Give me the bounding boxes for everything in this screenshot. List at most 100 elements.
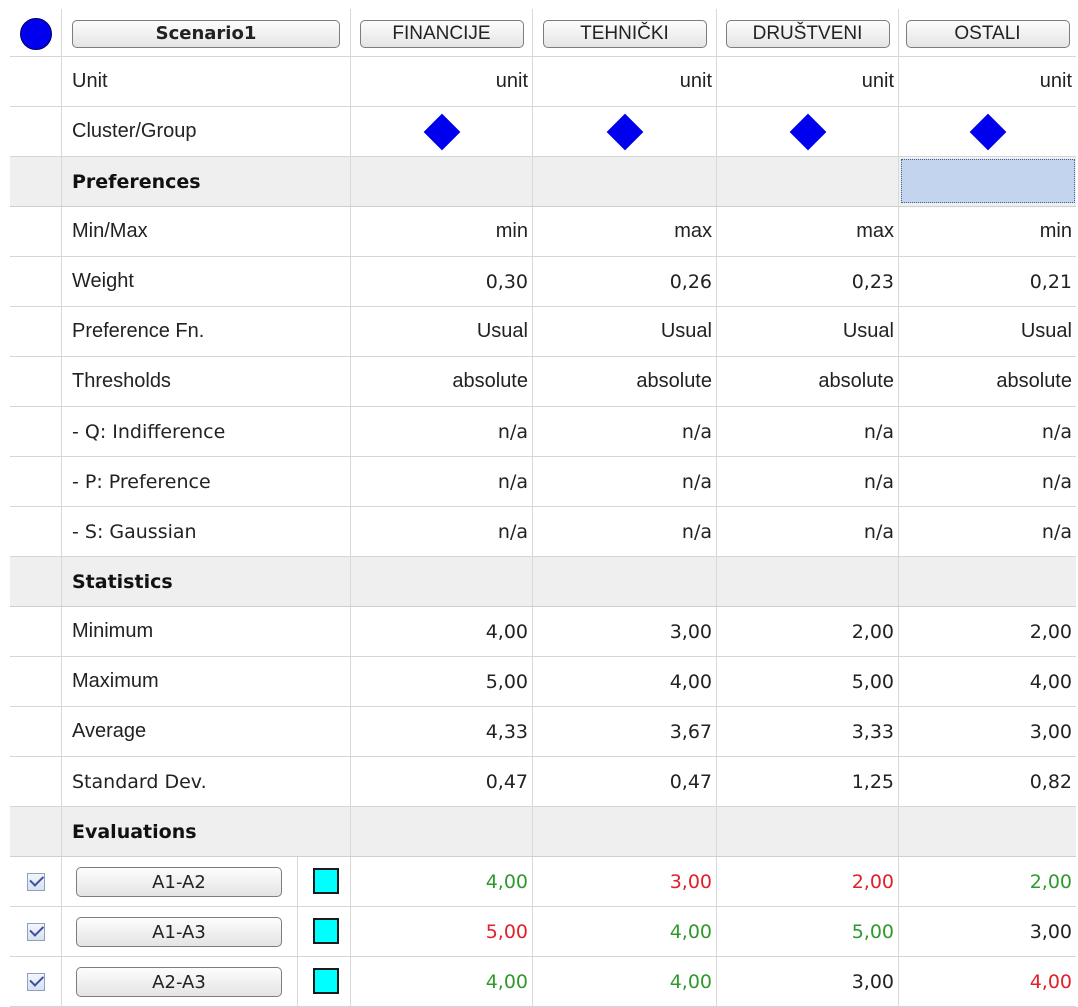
evaluation-cell[interactable]: 4,00 — [533, 957, 717, 1006]
minmax-cell[interactable]: min — [351, 207, 533, 256]
section-cell — [717, 557, 899, 606]
average-cell: 3,67 — [533, 707, 717, 756]
color-swatch[interactable] — [313, 868, 339, 894]
weight-cell[interactable]: 0,23 — [717, 257, 899, 306]
row-label: Thresholds — [62, 357, 351, 406]
criterion-button-drustveni[interactable]: DRUŠTVENI — [725, 19, 890, 48]
evaluation-cell[interactable]: 2,00 — [899, 857, 1076, 906]
weight-cell[interactable]: 0,30 — [351, 257, 533, 306]
criterion-button-ostali[interactable]: OSTALI — [905, 19, 1070, 48]
unit-cell[interactable]: unit — [899, 57, 1076, 106]
preference-fn-cell[interactable]: Usual — [351, 307, 533, 356]
row-label: Min/Max — [62, 207, 351, 256]
average-cell: 3,00 — [1029, 720, 1072, 743]
average-cell: 4,33 — [351, 707, 533, 756]
evaluation-row: A2-A3 4,00 4,00 3,00 4,00 — [10, 957, 1076, 1007]
scenario-button[interactable]: Scenario1 — [72, 19, 340, 48]
preference-cell[interactable]: n/a — [899, 457, 1076, 506]
row-gutter — [10, 307, 62, 356]
alternative-button[interactable]: A2-A3 — [76, 967, 282, 997]
evaluation-cell[interactable]: 3,00 — [533, 857, 717, 906]
weight-cell[interactable]: 0,21 — [899, 257, 1076, 306]
circle-icon[interactable] — [19, 17, 52, 50]
preference-cell[interactable]: n/a — [717, 457, 899, 506]
average-row: Average 4,33 3,67 3,33 3,00 — [10, 707, 1076, 757]
row-checkbox-cell — [10, 857, 62, 906]
row-gutter — [10, 757, 62, 806]
evaluation-cell[interactable]: 3,00 — [899, 907, 1076, 956]
thresholds-row: Thresholds absolute absolute absolute ab… — [10, 357, 1076, 407]
color-swatch[interactable] — [313, 968, 339, 994]
average-cell: 3,33 — [717, 707, 899, 756]
criterion-button-tehnicki[interactable]: TEHNIČKI — [542, 19, 707, 48]
maximum-cell: 5,00 — [351, 657, 533, 706]
cluster-cell[interactable] — [717, 107, 899, 156]
preference-fn-cell[interactable]: Usual — [533, 307, 717, 356]
stddev-cell: 0,47 — [533, 757, 717, 806]
weight-row: Weight 0,30 0,26 0,23 0,21 — [10, 257, 1076, 307]
gaussian-cell[interactable]: n/a — [533, 507, 717, 556]
gaussian-cell[interactable]: n/a — [351, 507, 533, 556]
checkbox-checked-icon[interactable] — [26, 871, 45, 891]
preference-row: - P: Preference n/a n/a n/a n/a — [10, 457, 1076, 507]
preference-fn-cell[interactable]: Usual — [899, 307, 1076, 356]
thresholds-cell[interactable]: absolute — [533, 357, 717, 406]
diamond-icon[interactable] — [423, 113, 460, 150]
evaluation-cell[interactable]: 3,00 — [717, 957, 899, 1006]
row-label: Unit — [62, 57, 351, 106]
evaluation-cell[interactable]: 4,00 — [351, 857, 533, 906]
indifference-cell[interactable]: n/a — [899, 407, 1076, 456]
gaussian-cell[interactable]: n/a — [717, 507, 899, 556]
indifference-cell[interactable]: n/a — [717, 407, 899, 456]
minmax-cell[interactable]: max — [717, 207, 899, 256]
diamond-icon[interactable] — [606, 113, 643, 150]
row-gutter — [10, 457, 62, 506]
cluster-cell[interactable] — [533, 107, 717, 156]
minimum-row: Minimum 4,00 3,00 2,00 2,00 — [10, 607, 1076, 657]
row-label: - S: Gaussian — [62, 507, 351, 556]
thresholds-cell[interactable]: absolute — [351, 357, 533, 406]
evaluation-cell[interactable]: 5,00 — [351, 907, 533, 956]
row-gutter — [10, 257, 62, 306]
preference-fn-cell[interactable]: Usual — [717, 307, 899, 356]
statistics-section-row: Statistics — [10, 557, 1076, 607]
diamond-icon[interactable] — [969, 113, 1006, 150]
cluster-cell[interactable] — [351, 107, 533, 156]
criterion-button-financije[interactable]: FINANCIJE — [359, 19, 524, 48]
alternative-button[interactable]: A1-A2 — [76, 867, 282, 897]
alternative-button[interactable]: A1-A3 — [76, 917, 282, 947]
stddev-cell: 0,82 — [1029, 770, 1072, 793]
unit-cell[interactable]: unit — [351, 57, 533, 106]
unit-cell[interactable]: unit — [533, 57, 717, 106]
evaluation-cell[interactable]: 2,00 — [717, 857, 899, 906]
diamond-icon[interactable] — [789, 113, 826, 150]
indifference-cell[interactable]: n/a — [351, 407, 533, 456]
thresholds-cell[interactable]: absolute — [899, 357, 1076, 406]
evaluation-cell[interactable]: 4,00 — [351, 957, 533, 1006]
scenario-color-cell[interactable] — [10, 9, 62, 58]
preference-cell[interactable]: n/a — [533, 457, 717, 506]
cluster-row: Cluster/Group — [10, 107, 1076, 157]
minmax-cell[interactable]: min — [899, 207, 1076, 256]
color-swatch[interactable] — [313, 918, 339, 944]
row-gutter — [10, 707, 62, 756]
section-title: Preferences — [62, 157, 351, 206]
evaluation-cell[interactable]: 4,00 — [533, 907, 717, 956]
thresholds-cell[interactable]: absolute — [717, 357, 899, 406]
minimum-cell: 2,00 — [1029, 620, 1072, 643]
preference-cell[interactable]: n/a — [351, 457, 533, 506]
unit-cell[interactable]: unit — [717, 57, 899, 106]
section-cell — [351, 557, 533, 606]
minmax-cell[interactable]: max — [533, 207, 717, 256]
checkbox-checked-icon[interactable] — [26, 921, 45, 941]
row-label: Minimum — [62, 607, 351, 656]
indifference-cell[interactable]: n/a — [533, 407, 717, 456]
section-cell — [533, 157, 717, 206]
weight-cell[interactable]: 0,26 — [533, 257, 717, 306]
cluster-cell[interactable] — [899, 107, 1076, 156]
gaussian-cell[interactable]: n/a — [899, 507, 1076, 556]
evaluation-cell[interactable]: 5,00 — [717, 907, 899, 956]
checkbox-checked-icon[interactable] — [26, 971, 45, 991]
selected-cell[interactable] — [901, 159, 1075, 203]
evaluation-cell[interactable]: 4,00 — [899, 957, 1076, 1006]
